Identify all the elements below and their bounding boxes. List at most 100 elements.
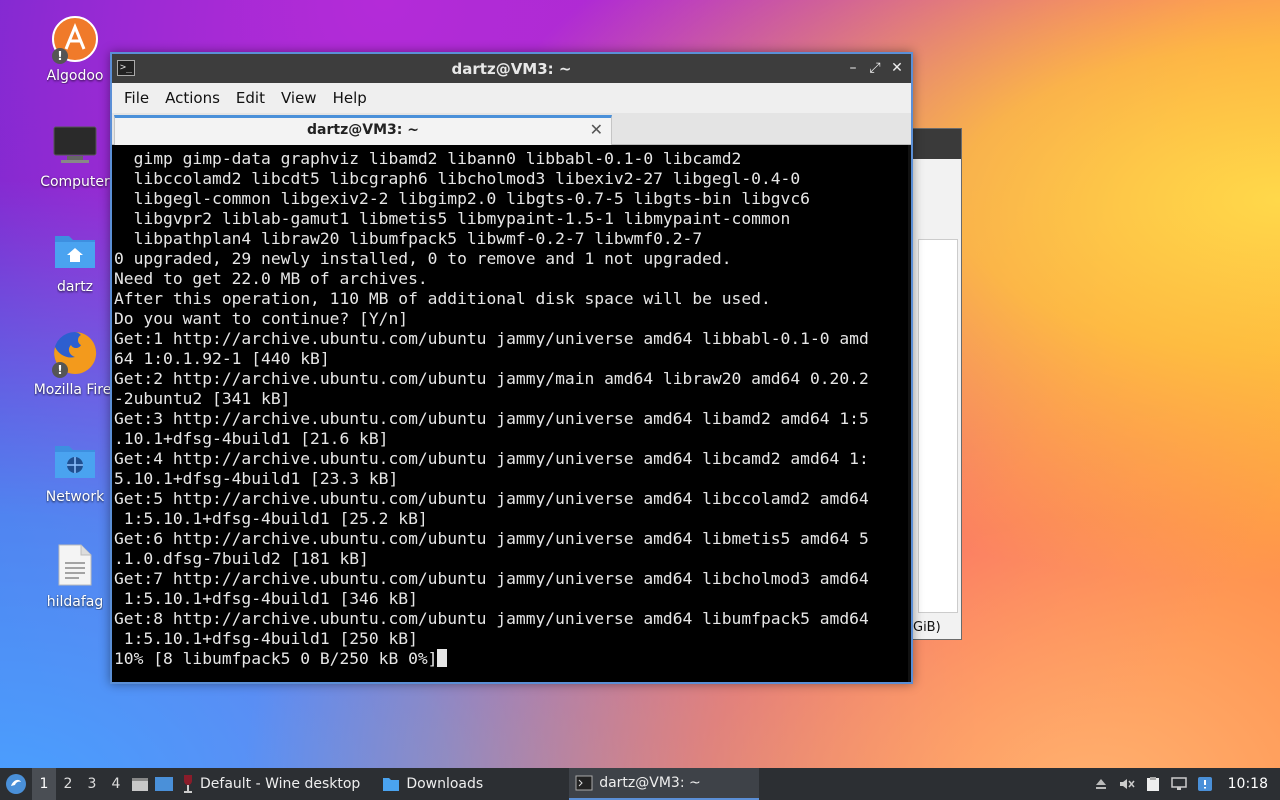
- task-label: dartz@VM3: ~: [599, 775, 701, 791]
- menu-edit[interactable]: Edit: [228, 89, 273, 107]
- desktop-icon-label: Mozilla Firef: [33, 382, 117, 398]
- terminal-line-text: .10.1+dfsg-4build1 [21.6 kB]: [114, 429, 389, 448]
- terminal-line-text: 5.10.1+dfsg-4build1 [23.3 kB]: [114, 469, 399, 488]
- quicklaunch-files[interactable]: [128, 768, 152, 800]
- menu-view[interactable]: View: [273, 89, 325, 107]
- file-manager-icon: [132, 778, 148, 791]
- terminal-line: Get:6 http://archive.ubuntu.com/ubuntu j…: [114, 529, 909, 549]
- algodoo-icon: !: [50, 14, 100, 64]
- warning-icon: !: [52, 48, 68, 64]
- terminal-line-text: Get:2 http://archive.ubuntu.com/ubuntu j…: [114, 369, 869, 388]
- terminal-line: .10.1+dfsg-4build1 [21.6 kB]: [114, 429, 909, 449]
- task-label: Downloads: [406, 776, 484, 792]
- terminal-line-text: Do you want to continue? [Y/n]: [114, 309, 409, 328]
- terminal-line-text: Get:5 http://archive.ubuntu.com/ubuntu j…: [114, 489, 869, 508]
- close-button[interactable]: ✕: [887, 58, 907, 78]
- terminal-line-text: 64 1:0.1.92-1 [440 kB]: [114, 349, 330, 368]
- terminal-line: 1:5.10.1+dfsg-4build1 [25.2 kB]: [114, 509, 909, 529]
- terminal-line-text: .1.0.dfsg-7build2 [181 kB]: [114, 549, 369, 568]
- start-menu-button[interactable]: [0, 768, 32, 800]
- task-downloads[interactable]: Downloads: [376, 768, 489, 800]
- tab-label: dartz@VM3: ~: [307, 122, 419, 138]
- terminal-scrollbar[interactable]: [908, 145, 911, 682]
- terminal-line: Get:4 http://archive.ubuntu.com/ubuntu j…: [114, 449, 909, 469]
- show-desktop-icon: [155, 777, 173, 791]
- terminal-icon: [575, 775, 593, 791]
- terminal-line-text: Get:6 http://archive.ubuntu.com/ubuntu j…: [114, 529, 869, 548]
- tab-close-icon[interactable]: ✕: [590, 120, 603, 139]
- volume-muted-icon[interactable]: [1114, 768, 1140, 800]
- terminal-icon: >_: [117, 60, 135, 76]
- terminal-line: libgvpr2 liblab-gamut1 libmetis5 libmypa…: [114, 209, 909, 229]
- background-window-titlebar[interactable]: [913, 129, 961, 159]
- terminal-line-text: gimp gimp-data graphviz libamd2 libann0 …: [114, 149, 742, 168]
- terminal-line-text: 0 upgraded, 29 newly installed, 0 to rem…: [114, 249, 732, 268]
- tab-terminal[interactable]: dartz@VM3: ~ ✕: [114, 115, 612, 145]
- terminal-line: libpathplan4 libraw20 libumfpack5 libwmf…: [114, 229, 909, 249]
- background-window-pane: [918, 239, 958, 613]
- terminal-line: Get:1 http://archive.ubuntu.com/ubuntu j…: [114, 329, 909, 349]
- terminal-cursor: [437, 649, 448, 667]
- terminal-line: 10% [8 libumfpack5 0 B/250 kB 0%]: [114, 649, 909, 669]
- desktop-icon-label: Network: [45, 489, 105, 505]
- desktop-icon-label: Computer: [40, 174, 110, 190]
- terminal-line: libgegl-common libgexiv2-2 libgimp2.0 li…: [114, 189, 909, 209]
- terminal-line-text: libccolamd2 libcdt5 libcgraph6 libcholmo…: [114, 169, 801, 188]
- minimize-button[interactable]: –: [843, 58, 863, 78]
- terminal-titlebar[interactable]: >_ dartz@VM3: ~ – ⤢ ✕: [112, 54, 911, 83]
- terminal-line: 0 upgraded, 29 newly installed, 0 to rem…: [114, 249, 909, 269]
- terminal-window[interactable]: >_ dartz@VM3: ~ – ⤢ ✕ File Actions Edit …: [110, 52, 913, 684]
- computer-icon: [50, 120, 100, 170]
- task-wine-desktop[interactable]: Default - Wine desktop: [176, 768, 366, 800]
- terminal-line: 1:5.10.1+dfsg-4build1 [250 kB]: [114, 629, 909, 649]
- window-title: dartz@VM3: ~: [451, 59, 572, 78]
- terminal-line: Get:2 http://archive.ubuntu.com/ubuntu j…: [114, 369, 909, 389]
- terminal-line: Get:7 http://archive.ubuntu.com/ubuntu j…: [114, 569, 909, 589]
- workspace-1[interactable]: 1: [32, 768, 56, 800]
- terminal-line-text: libgegl-common libgexiv2-2 libgimp2.0 li…: [114, 189, 810, 208]
- workspace-2[interactable]: 2: [56, 768, 80, 800]
- terminal-line-text: Get:4 http://archive.ubuntu.com/ubuntu j…: [114, 449, 869, 468]
- terminal-line: Get:8 http://archive.ubuntu.com/ubuntu j…: [114, 609, 909, 629]
- network-wired-icon[interactable]: [1166, 768, 1192, 800]
- desktop-icon-label: hildafag: [46, 594, 104, 610]
- terminal-line-text: libgvpr2 liblab-gamut1 libmetis5 libmypa…: [114, 209, 791, 228]
- folder-icon: [383, 778, 400, 791]
- workspace-3[interactable]: 3: [80, 768, 104, 800]
- terminal-line-text: 10% [8 libumfpack5 0 B/250 kB 0%]: [114, 649, 438, 668]
- terminal-line-text: 1:5.10.1+dfsg-4build1 [250 kB]: [114, 629, 418, 648]
- terminal-line: gimp gimp-data graphviz libamd2 libann0 …: [114, 149, 909, 169]
- tab-bar: dartz@VM3: ~ ✕: [112, 113, 911, 145]
- terminal-output[interactable]: gimp gimp-data graphviz libamd2 libann0 …: [112, 145, 911, 682]
- workspace-4[interactable]: 4: [104, 768, 128, 800]
- system-tray: 10:18: [1088, 768, 1280, 800]
- terminal-line: Do you want to continue? [Y/n]: [114, 309, 909, 329]
- terminal-line: -2ubuntu2 [341 kB]: [114, 389, 909, 409]
- terminal-line-text: libpathplan4 libraw20 libumfpack5 libwmf…: [114, 229, 703, 248]
- tray-eject-icon[interactable]: [1088, 768, 1114, 800]
- terminal-line-text: Get:1 http://archive.ubuntu.com/ubuntu j…: [114, 329, 869, 348]
- maximize-button[interactable]: ⤢: [865, 58, 885, 78]
- terminal-line-text: Get:8 http://archive.ubuntu.com/ubuntu j…: [114, 609, 869, 628]
- firefox-icon: !: [50, 328, 100, 378]
- background-window[interactable]: GiB): [912, 128, 962, 640]
- terminal-line: 5.10.1+dfsg-4build1 [23.3 kB]: [114, 469, 909, 489]
- terminal-line: Need to get 22.0 MB of archives.: [114, 269, 909, 289]
- quicklaunch-desktop[interactable]: [152, 768, 176, 800]
- desktop-icon-label: Algodoo: [46, 68, 104, 84]
- menu-bar: File Actions Edit View Help: [112, 83, 911, 113]
- menu-help[interactable]: Help: [325, 89, 375, 107]
- task-terminal[interactable]: dartz@VM3: ~: [569, 768, 760, 800]
- terminal-line: Get:3 http://archive.ubuntu.com/ubuntu j…: [114, 409, 909, 429]
- home-folder-icon: [50, 225, 100, 275]
- terminal-line-text: 1:5.10.1+dfsg-4build1 [25.2 kB]: [114, 509, 428, 528]
- text-file-icon: [50, 540, 100, 590]
- desktop-icon-label: dartz: [56, 279, 94, 295]
- start-menu-icon: [6, 774, 26, 794]
- menu-file[interactable]: File: [116, 89, 157, 107]
- clipboard-icon[interactable]: [1140, 768, 1166, 800]
- menu-actions[interactable]: Actions: [157, 89, 228, 107]
- warning-icon: !: [52, 362, 68, 378]
- terminal-line: libccolamd2 libcdt5 libcgraph6 libcholmo…: [114, 169, 909, 189]
- update-notification-icon[interactable]: [1192, 768, 1218, 800]
